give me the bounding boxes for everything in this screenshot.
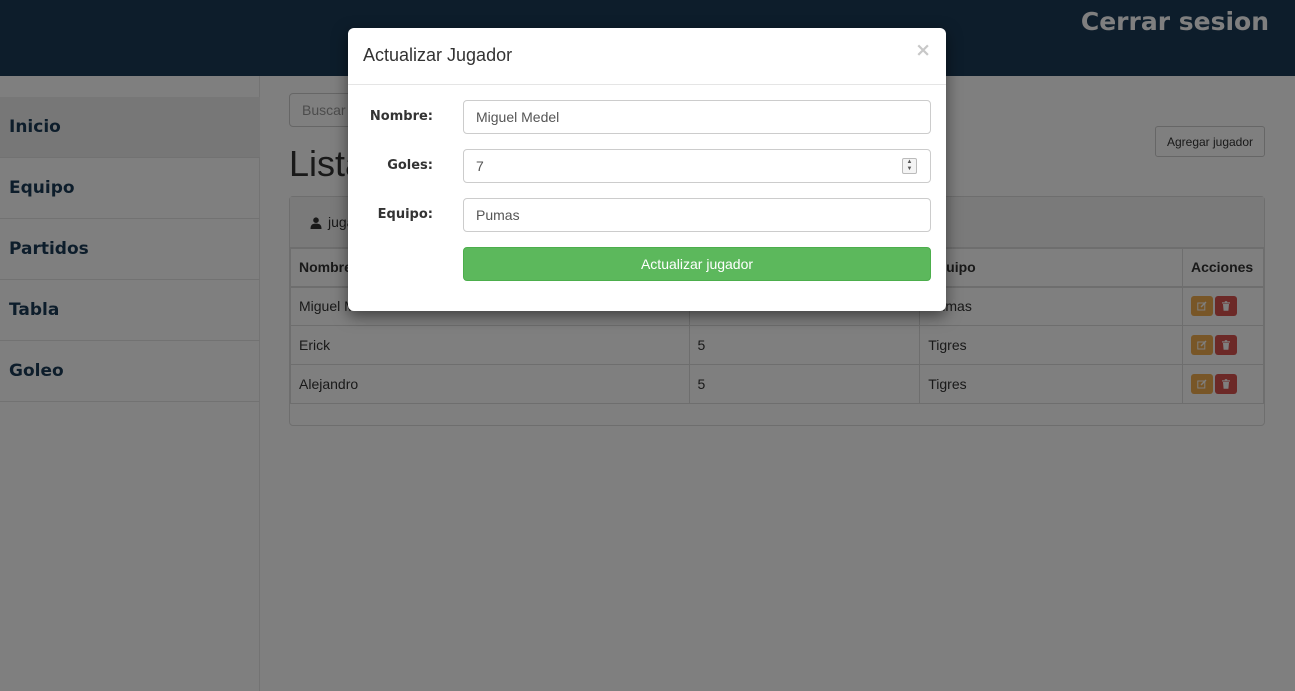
equipo-field[interactable] <box>463 198 931 232</box>
close-icon[interactable]: × <box>915 41 931 60</box>
nombre-field[interactable] <box>463 100 931 134</box>
spinner-arrows-icon[interactable]: ▲ ▼ <box>902 158 917 174</box>
equipo-label: Equipo: <box>377 207 433 222</box>
goles-label: Goles: <box>387 158 433 173</box>
modal-header: Actualizar Jugador × <box>348 28 946 85</box>
modal-title: Actualizar Jugador <box>363 45 513 65</box>
update-player-button[interactable]: Actualizar jugador <box>463 247 931 281</box>
goles-field[interactable] <box>463 149 931 183</box>
nombre-label: Nombre: <box>369 109 433 124</box>
update-player-modal: Actualizar Jugador × Nombre: Goles: ▲▼ E… <box>348 28 946 311</box>
